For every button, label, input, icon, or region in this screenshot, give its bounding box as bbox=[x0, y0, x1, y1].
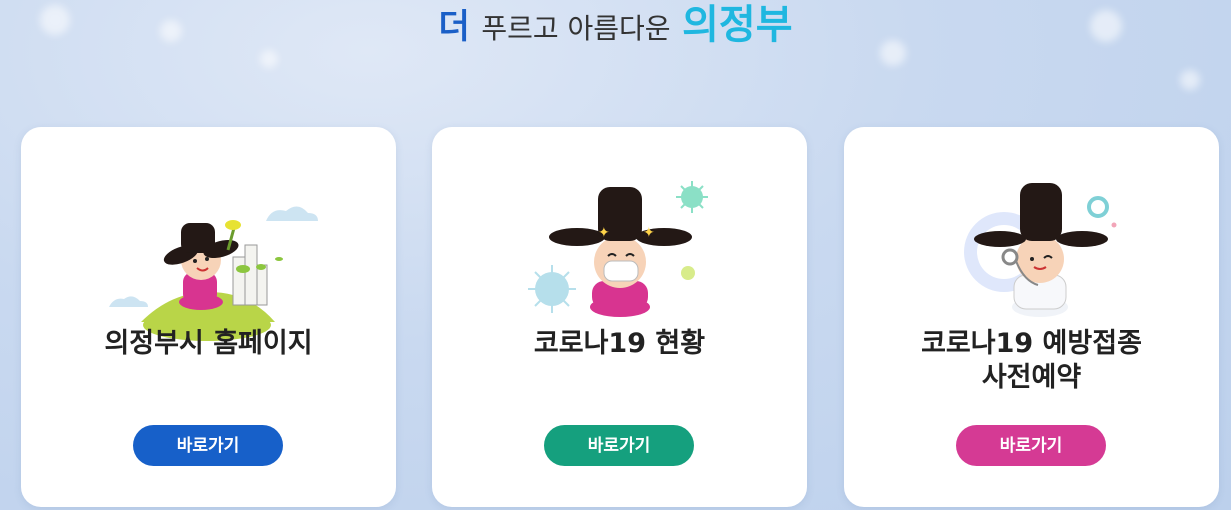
card-covid-status: ✦ ✦ 코로나19 현황 바로가기 bbox=[432, 127, 807, 507]
card-title: 코로나19 현황 bbox=[432, 327, 807, 361]
mascot-city-illustration bbox=[109, 206, 318, 341]
card-title: 의정부시 홈페이지 bbox=[21, 327, 396, 361]
headline-word-3: 의정부 bbox=[682, 2, 793, 48]
mascot-mask-illustration: ✦ ✦ bbox=[528, 181, 708, 317]
card-city-homepage: 의정부시 홈페이지 바로가기 bbox=[21, 127, 396, 507]
go-button-vaccine[interactable]: 바로가기 bbox=[956, 425, 1106, 466]
card-title-line-1: 코로나19 예방접종 bbox=[921, 328, 1142, 359]
background-sparkle bbox=[1180, 70, 1200, 90]
headline-word-1: 더 bbox=[438, 7, 470, 47]
card-title-line-1: 의정부시 홈페이지 bbox=[104, 328, 313, 359]
card-vaccine-reservation: 코로나19 예방접종 사전예약 바로가기 bbox=[844, 127, 1219, 507]
page-headline: 더 푸르고 아름다운 의정부 bbox=[0, 0, 1231, 50]
svg-text:✦: ✦ bbox=[598, 225, 610, 241]
go-button-homepage[interactable]: 바로가기 bbox=[133, 425, 283, 466]
svg-text:✦: ✦ bbox=[643, 225, 655, 241]
go-button-covid-status[interactable]: 바로가기 bbox=[544, 425, 694, 466]
background-sparkle bbox=[260, 50, 278, 68]
headline-word-2: 푸르고 아름다운 bbox=[481, 12, 671, 45]
card-title-line-1: 코로나19 현황 bbox=[533, 328, 706, 359]
mascot-doctor-illustration bbox=[964, 183, 1117, 317]
card-title-line-2: 사전예약 bbox=[981, 362, 1082, 393]
card-title: 코로나19 예방접종 사전예약 bbox=[844, 327, 1219, 395]
